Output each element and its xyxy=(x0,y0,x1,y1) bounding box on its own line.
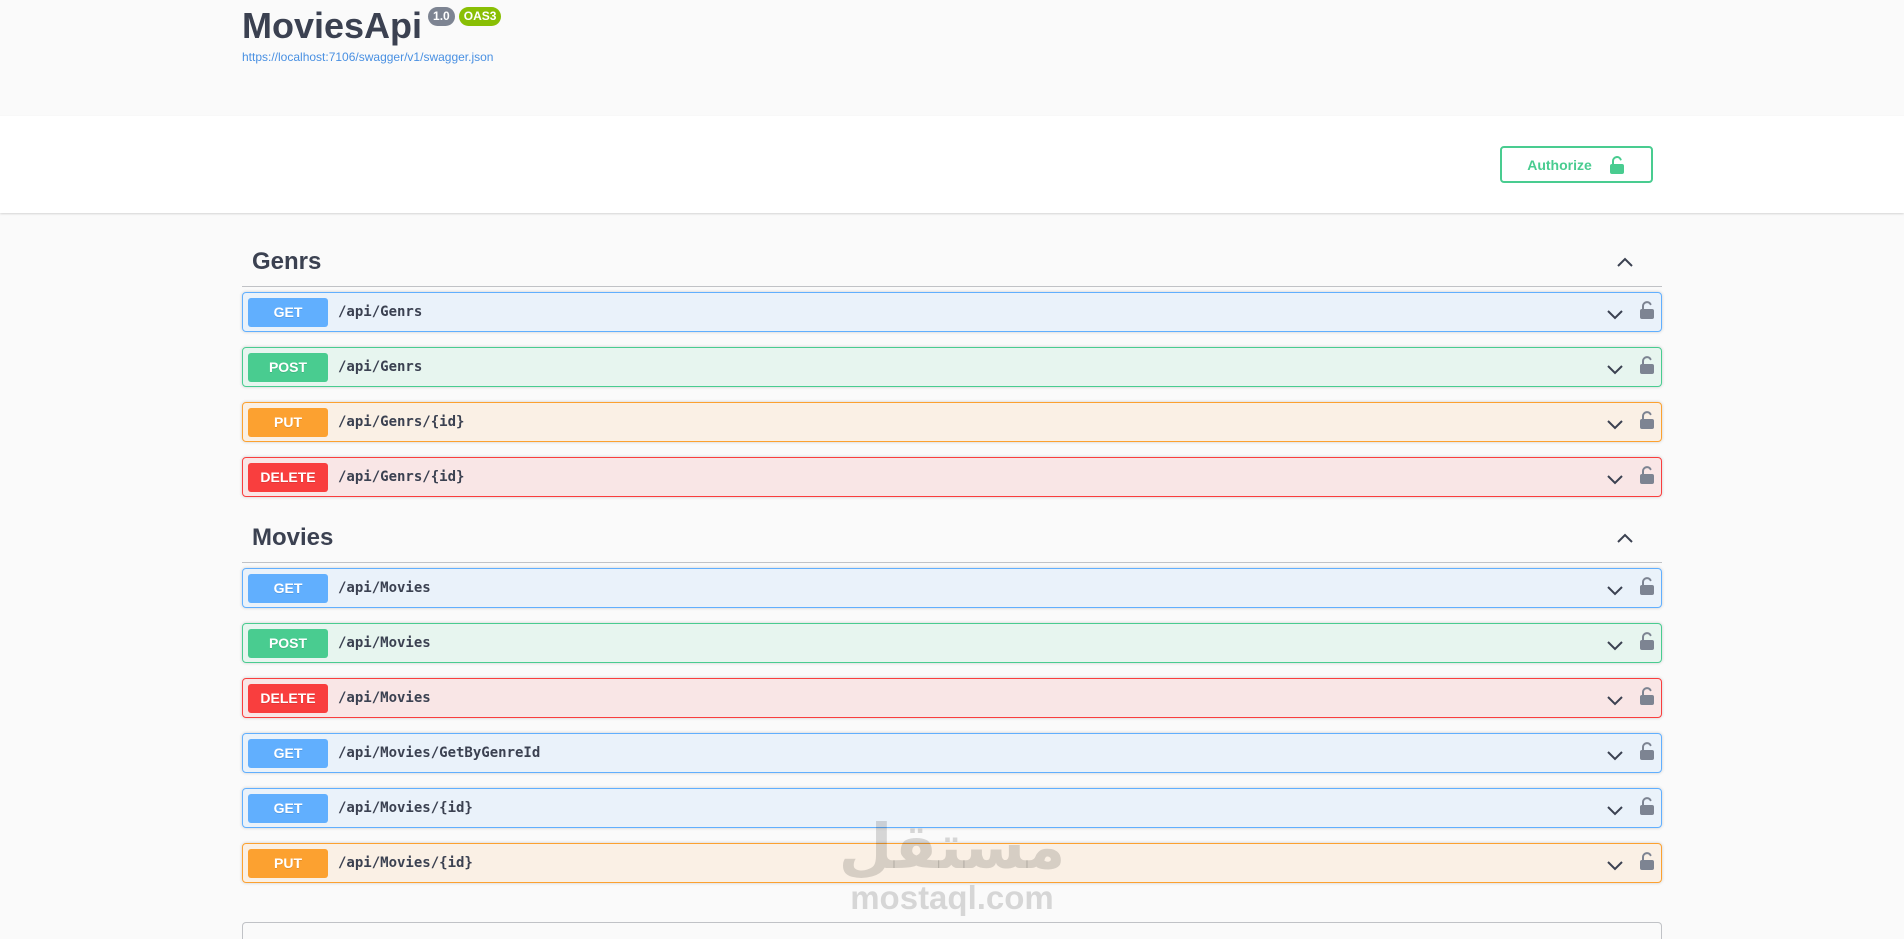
unlock-icon[interactable] xyxy=(1639,465,1655,485)
operation-path: /api/Movies/{id} xyxy=(338,855,473,871)
operation-path: /api/Genrs/{id} xyxy=(338,469,465,485)
operation-put[interactable]: PUT/api/Movies/{id} xyxy=(242,843,1662,883)
unlock-icon[interactable] xyxy=(1639,851,1655,871)
method-badge: PUT xyxy=(248,407,328,437)
method-badge: GET xyxy=(248,738,328,768)
spec-url-link[interactable]: https://localhost:7106/swagger/v1/swagge… xyxy=(242,50,493,64)
unlock-icon[interactable] xyxy=(1639,300,1655,320)
operation-path: /api/Genrs/{id} xyxy=(338,414,465,430)
method-badge: DELETE xyxy=(248,462,328,492)
operation-path: /api/Genrs xyxy=(338,304,423,320)
operation-delete[interactable]: DELETE/api/Movies xyxy=(242,678,1662,718)
tag-header[interactable]: Genrs xyxy=(242,237,1662,287)
tag-section-movies: Movies GET/api/Movies POST/api/Movies DELET… xyxy=(242,513,1662,898)
chevron-down-icon[interactable] xyxy=(1605,580,1625,600)
unlock-icon[interactable] xyxy=(1639,686,1655,706)
chevron-down-icon[interactable] xyxy=(1605,359,1625,379)
operation-path: /api/Movies xyxy=(338,635,431,651)
operation-post[interactable]: POST/api/Movies xyxy=(242,623,1662,663)
chevron-down-icon[interactable] xyxy=(1605,469,1625,489)
tag-header[interactable]: Movies xyxy=(242,513,1662,563)
method-badge: POST xyxy=(248,628,328,658)
chevron-down-icon[interactable] xyxy=(1605,855,1625,875)
api-title: MoviesApi xyxy=(242,5,423,46)
operation-put[interactable]: PUT/api/Genrs/{id} xyxy=(242,402,1662,442)
operation-path: /api/Movies xyxy=(338,690,431,706)
chevron-up-icon[interactable] xyxy=(1614,527,1636,549)
method-badge: DELETE xyxy=(248,683,328,713)
authorize-button[interactable]: Authorize xyxy=(1500,146,1653,183)
operation-path: /api/Movies/GetByGenreId xyxy=(338,745,541,761)
unlock-icon xyxy=(1609,155,1624,174)
method-badge: POST xyxy=(248,352,328,382)
operation-path: /api/Movies/{id} xyxy=(338,800,473,816)
operation-delete[interactable]: DELETE/api/Genrs/{id} xyxy=(242,457,1662,497)
operation-get[interactable]: GET/api/Genrs xyxy=(242,292,1662,332)
api-info: MoviesApi 1.0 OAS3 https://localhost:710… xyxy=(242,0,1042,116)
operation-post[interactable]: POST/api/Genrs xyxy=(242,347,1662,387)
operation-get[interactable]: GET/api/Movies xyxy=(242,568,1662,608)
oas-badge: OAS3 xyxy=(458,7,502,26)
authorize-label: Authorize xyxy=(1527,156,1592,173)
chevron-down-icon[interactable] xyxy=(1605,414,1625,434)
chevron-down-icon[interactable] xyxy=(1605,800,1625,820)
chevron-up-icon[interactable] xyxy=(1614,251,1636,273)
operations-list: GET/api/Genrs POST/api/Genrs PUT/api/Genrs… xyxy=(242,292,1662,497)
schemas-section[interactable] xyxy=(242,922,1662,939)
operations-list: GET/api/Movies POST/api/Movies DELETE/api/… xyxy=(242,568,1662,883)
method-badge: GET xyxy=(248,793,328,823)
operation-get[interactable]: GET/api/Movies/{id} xyxy=(242,788,1662,828)
tag-section-genrs: Genrs GET/api/Genrs POST/api/Genrs PUT/api/… xyxy=(242,237,1662,512)
operation-path: /api/Genrs xyxy=(338,359,423,375)
unlock-icon[interactable] xyxy=(1639,355,1655,375)
chevron-down-icon[interactable] xyxy=(1605,690,1625,710)
title-row: MoviesApi 1.0 OAS3 xyxy=(242,4,502,48)
method-badge: GET xyxy=(248,297,328,327)
unlock-icon[interactable] xyxy=(1639,410,1655,430)
unlock-icon[interactable] xyxy=(1639,741,1655,761)
version-badge: 1.0 xyxy=(428,7,455,26)
chevron-down-icon[interactable] xyxy=(1605,745,1625,765)
method-badge: PUT xyxy=(248,848,328,878)
operation-path: /api/Movies xyxy=(338,580,431,596)
unlock-icon[interactable] xyxy=(1639,631,1655,651)
method-badge: GET xyxy=(248,573,328,603)
operation-get[interactable]: GET/api/Movies/GetByGenreId xyxy=(242,733,1662,773)
unlock-icon[interactable] xyxy=(1639,796,1655,816)
tag-name: Movies xyxy=(252,523,334,551)
chevron-down-icon[interactable] xyxy=(1605,304,1625,324)
tag-name: Genrs xyxy=(252,247,322,275)
unlock-icon[interactable] xyxy=(1639,576,1655,596)
scheme-container: Authorize xyxy=(0,116,1904,213)
chevron-down-icon[interactable] xyxy=(1605,635,1625,655)
